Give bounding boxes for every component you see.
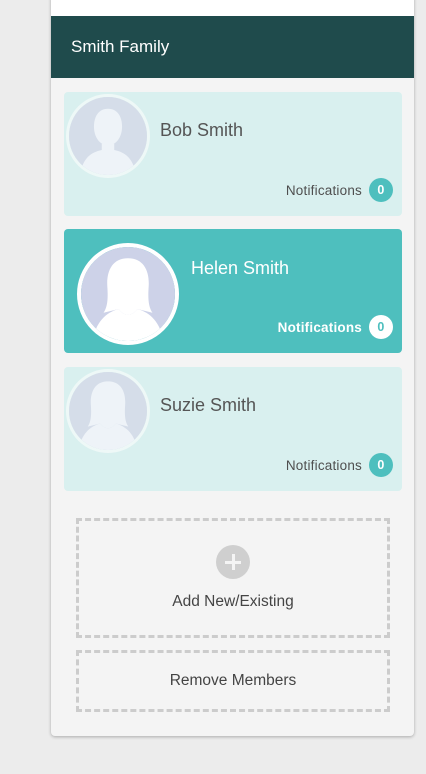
remove-members-button[interactable]: Remove Members (76, 650, 390, 712)
add-member-button[interactable]: Add New/Existing (76, 518, 390, 638)
avatar (66, 369, 150, 453)
plus-circle-icon (216, 545, 250, 579)
member-name: Suzie Smith (160, 395, 257, 415)
add-member-label: Add New/Existing (172, 593, 294, 610)
notifications-indicator[interactable]: Notifications 0 (278, 315, 393, 339)
notifications-badge: 0 (369, 315, 393, 339)
member-card-helen-smith[interactable]: Helen Smith Notifications 0 (64, 229, 402, 353)
panel-top-strip (51, 0, 414, 16)
notifications-indicator[interactable]: Notifications 0 (286, 453, 393, 477)
member-name: Bob Smith (160, 120, 244, 140)
person-silhouette-icon (69, 97, 147, 175)
notifications-indicator[interactable]: Notifications 0 (286, 178, 393, 202)
member-card-suzie-smith[interactable]: Suzie Smith Notifications 0 (64, 367, 402, 491)
person-silhouette-female-icon (81, 247, 175, 341)
notifications-label: Notifications (277, 319, 362, 335)
remove-members-label: Remove Members (169, 672, 297, 689)
member-card-bob-smith[interactable]: Bob Smith Notifications 0 (64, 92, 402, 216)
person-silhouette-female-icon (69, 372, 147, 450)
member-name: Helen Smith (191, 258, 290, 278)
family-title: Smith Family (71, 37, 170, 56)
notifications-badge: 0 (369, 453, 393, 477)
avatar (77, 243, 179, 345)
family-header: Smith Family (51, 16, 414, 78)
avatar (66, 94, 150, 178)
family-panel: Smith Family Bob Smith Notifications 0 H… (51, 0, 414, 736)
notifications-label: Notifications (285, 457, 362, 473)
notifications-label: Notifications (285, 182, 362, 198)
notifications-badge: 0 (369, 178, 393, 202)
